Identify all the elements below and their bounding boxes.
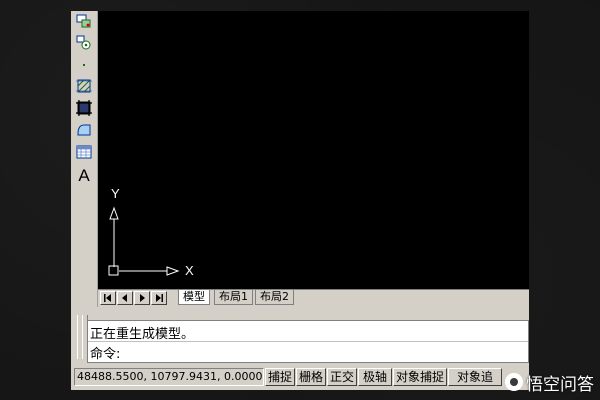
coordinate-readout[interactable]: 48488.5500, 10797.9431, 0.0000 [74,368,264,386]
command-history-line: 正在重生成模型。 [90,327,195,342]
osnap-toggle[interactable]: 对象捕捉 [393,368,447,386]
prev-arrow-icon [122,294,127,302]
status-bar: 48488.5500, 10797.9431, 0.0000 捕捉 栅格 正交 … [71,366,529,388]
wukong-logo-icon [505,373,523,391]
next-arrow-icon [140,294,145,302]
region-icon[interactable] [74,121,94,139]
cad-window: A Y X 模型 布局1 布局2 正在重生成模型。 命令: 48488.5500… [71,11,529,390]
otrack-toggle[interactable]: 对象追 [448,368,502,386]
ucs-y-label: Y [111,186,120,201]
watermark: 悟空问答 [505,371,594,395]
drawing-canvas[interactable]: Y X [98,11,529,289]
ucs-icon [108,206,180,276]
make-block-icon[interactable] [74,34,94,52]
command-prompt[interactable]: 命令: [90,343,120,362]
tab-layout1[interactable]: 布局1 [214,290,253,305]
grid-toggle[interactable]: 栅格 [296,368,326,386]
snap-toggle[interactable]: 捕捉 [265,368,295,386]
watermark-text: 悟空问答 [526,374,594,395]
next-tab-button[interactable] [134,291,150,305]
first-tab-button[interactable] [100,291,116,305]
gradient-icon[interactable] [74,99,94,117]
last-arrow-icon [156,294,163,302]
draw-toolbar: A [71,11,98,307]
prev-tab-button[interactable] [117,291,133,305]
hatch-icon[interactable] [74,77,94,95]
ortho-toggle[interactable]: 正交 [327,368,357,386]
multiline-text-icon[interactable]: A [74,165,94,187]
ucs-x-label: X [185,263,194,278]
last-tab-button[interactable] [151,291,167,305]
insert-block-icon[interactable] [74,12,94,30]
tab-layout2[interactable]: 布局2 [255,290,294,305]
command-separator [88,341,528,342]
table-icon[interactable] [74,143,94,161]
tab-model[interactable]: 模型 [178,290,210,305]
first-arrow-icon [104,294,111,302]
polar-toggle[interactable]: 极轴 [358,368,392,386]
command-window: 正在重生成模型。 命令: [71,311,529,363]
command-text-area[interactable]: 正在重生成模型。 命令: [87,320,529,363]
point-icon[interactable] [74,56,94,74]
layout-tab-bar: 模型 布局1 布局2 [98,289,529,306]
